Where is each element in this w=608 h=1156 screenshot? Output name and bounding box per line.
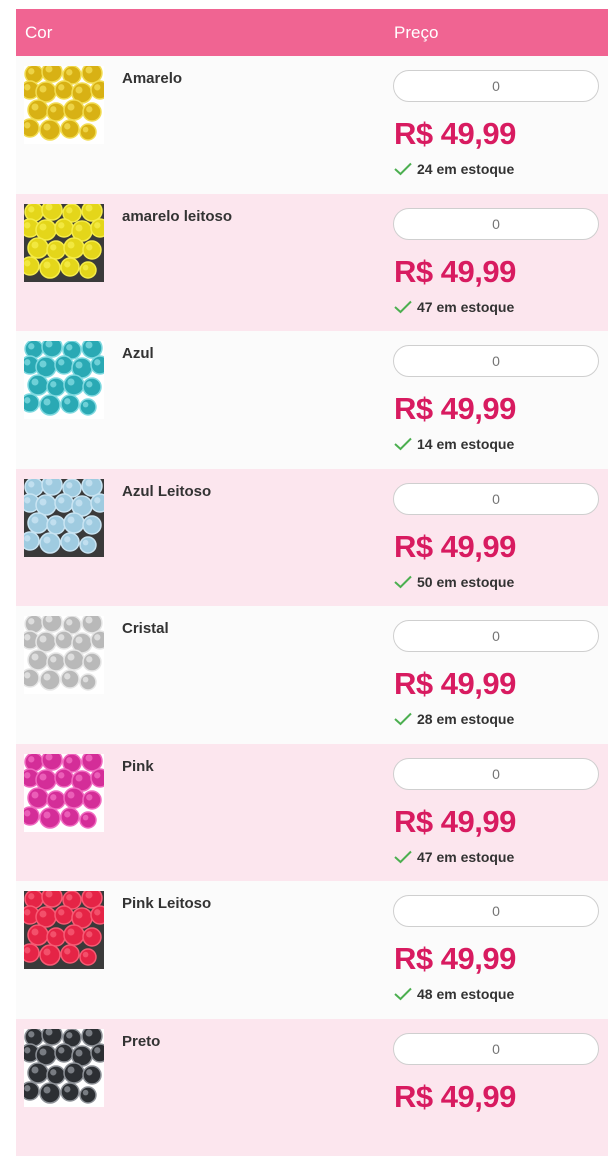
product-thumbnail[interactable] <box>24 616 104 694</box>
check-icon <box>394 987 412 1001</box>
price-label: R$ 49,99 <box>394 529 516 565</box>
stock-status: 24 em estoque <box>394 161 514 177</box>
stock-text: 48 em estoque <box>417 986 514 1002</box>
variations-table: Cor Preço Amarelo R$ 49,99 24 em estoque am… <box>16 9 608 1156</box>
table-row: amarelo leitoso R$ 49,99 47 em estoque <box>16 194 608 332</box>
stock-status: 47 em estoque <box>394 849 514 865</box>
quantity-input[interactable] <box>393 345 599 377</box>
table-row: Azul R$ 49,99 14 em estoque <box>16 331 608 469</box>
variation-name: Azul <box>122 345 154 362</box>
price-label: R$ 49,99 <box>394 254 516 290</box>
product-thumbnail[interactable] <box>24 341 104 419</box>
table-body: Amarelo R$ 49,99 24 em estoque amarelo leit… <box>16 56 608 1156</box>
stock-text: 28 em estoque <box>417 711 514 727</box>
header-price: Preço <box>394 23 438 43</box>
price-label: R$ 49,99 <box>394 666 516 702</box>
variation-name: Azul Leitoso <box>122 483 211 500</box>
header-color: Cor <box>25 23 52 43</box>
check-icon <box>394 575 412 589</box>
check-icon <box>394 300 412 314</box>
quantity-input[interactable] <box>393 620 599 652</box>
variation-name: Pink Leitoso <box>122 895 211 912</box>
variation-name: Pink <box>122 758 154 775</box>
stock-text: 14 em estoque <box>417 436 514 452</box>
quantity-input[interactable] <box>393 70 599 102</box>
variation-name: Amarelo <box>122 70 182 87</box>
product-thumbnail[interactable] <box>24 754 104 832</box>
quantity-input[interactable] <box>393 1033 599 1065</box>
quantity-input[interactable] <box>393 208 599 240</box>
table-row: Preto R$ 49,99 <box>16 1019 608 1156</box>
stock-text: 47 em estoque <box>417 299 514 315</box>
price-label: R$ 49,99 <box>394 804 516 840</box>
stock-status: 50 em estoque <box>394 574 514 590</box>
check-icon <box>394 437 412 451</box>
price-label: R$ 49,99 <box>394 116 516 152</box>
variation-name: amarelo leitoso <box>122 208 232 225</box>
stock-status: 48 em estoque <box>394 986 514 1002</box>
check-icon <box>394 850 412 864</box>
price-label: R$ 49,99 <box>394 1079 516 1115</box>
stock-text: 47 em estoque <box>417 849 514 865</box>
stock-text: 50 em estoque <box>417 574 514 590</box>
product-thumbnail[interactable] <box>24 891 104 969</box>
table-row: Azul Leitoso R$ 49,99 50 em estoque <box>16 469 608 607</box>
table-row: Amarelo R$ 49,99 24 em estoque <box>16 56 608 194</box>
stock-status: 14 em estoque <box>394 436 514 452</box>
product-thumbnail[interactable] <box>24 1029 104 1107</box>
product-thumbnail[interactable] <box>24 66 104 144</box>
product-thumbnail[interactable] <box>24 479 104 557</box>
check-icon <box>394 712 412 726</box>
stock-text: 24 em estoque <box>417 161 514 177</box>
product-thumbnail[interactable] <box>24 204 104 282</box>
quantity-input[interactable] <box>393 483 599 515</box>
variation-name: Preto <box>122 1033 160 1050</box>
variation-name: Cristal <box>122 620 169 637</box>
table-row: Pink R$ 49,99 47 em estoque <box>16 744 608 882</box>
table-row: Cristal R$ 49,99 28 em estoque <box>16 606 608 744</box>
stock-status: 47 em estoque <box>394 299 514 315</box>
table-header: Cor Preço <box>16 9 608 56</box>
stock-status: 28 em estoque <box>394 711 514 727</box>
table-row: Pink Leitoso R$ 49,99 48 em estoque <box>16 881 608 1019</box>
check-icon <box>394 162 412 176</box>
quantity-input[interactable] <box>393 895 599 927</box>
quantity-input[interactable] <box>393 758 599 790</box>
price-label: R$ 49,99 <box>394 391 516 427</box>
price-label: R$ 49,99 <box>394 941 516 977</box>
